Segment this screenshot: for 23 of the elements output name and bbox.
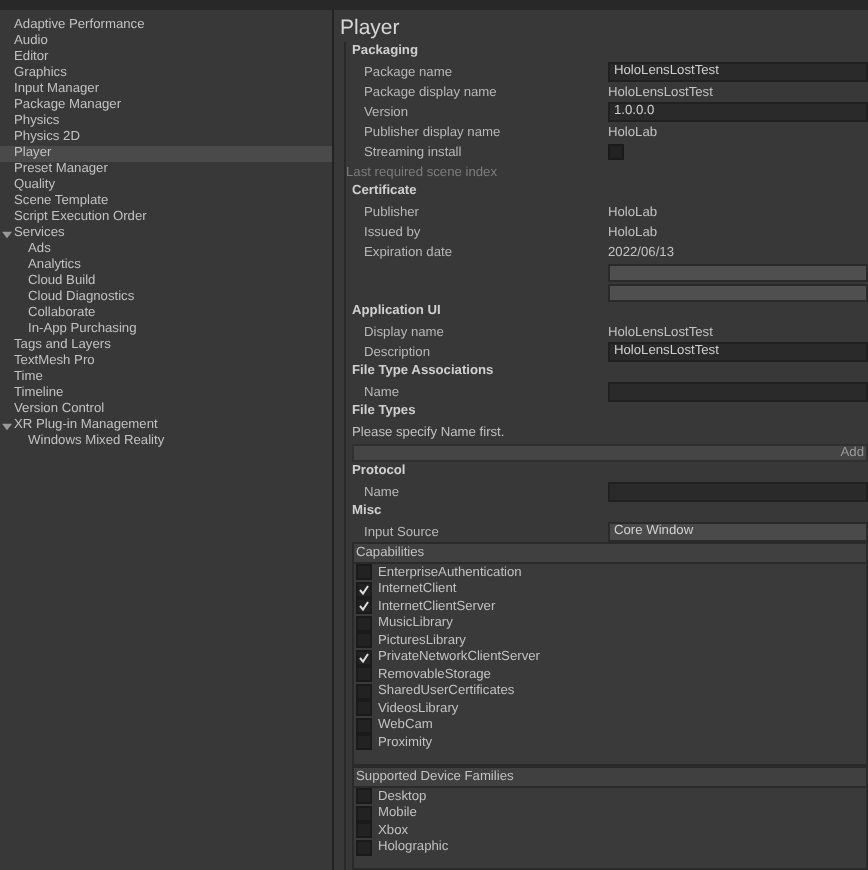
checkbox[interactable] bbox=[356, 649, 372, 666]
checkbox[interactable] bbox=[356, 632, 372, 649]
checkbox[interactable] bbox=[356, 839, 372, 856]
checkbox[interactable] bbox=[356, 700, 372, 717]
checkbox[interactable] bbox=[356, 615, 372, 632]
expand-arrow-icon[interactable] bbox=[2, 229, 12, 239]
expand-arrow-icon[interactable] bbox=[2, 421, 12, 431]
checkbox[interactable] bbox=[356, 564, 372, 581]
empty-field[interactable] bbox=[608, 283, 868, 301]
checkbox[interactable] bbox=[356, 788, 372, 805]
checkbox[interactable] bbox=[356, 581, 372, 598]
input-field[interactable] bbox=[608, 382, 868, 402]
checkbox[interactable] bbox=[356, 822, 372, 839]
checkbox[interactable] bbox=[356, 598, 372, 615]
checkbox[interactable] bbox=[356, 717, 372, 734]
empty-field[interactable] bbox=[608, 263, 868, 281]
checkbox[interactable] bbox=[356, 683, 372, 700]
input-field[interactable] bbox=[608, 482, 868, 502]
checkbox[interactable] bbox=[356, 666, 372, 683]
checkbox[interactable] bbox=[356, 734, 372, 751]
panel-title: Player bbox=[340, 14, 402, 42]
checkbox[interactable] bbox=[356, 805, 372, 822]
checkbox[interactable] bbox=[608, 144, 624, 160]
